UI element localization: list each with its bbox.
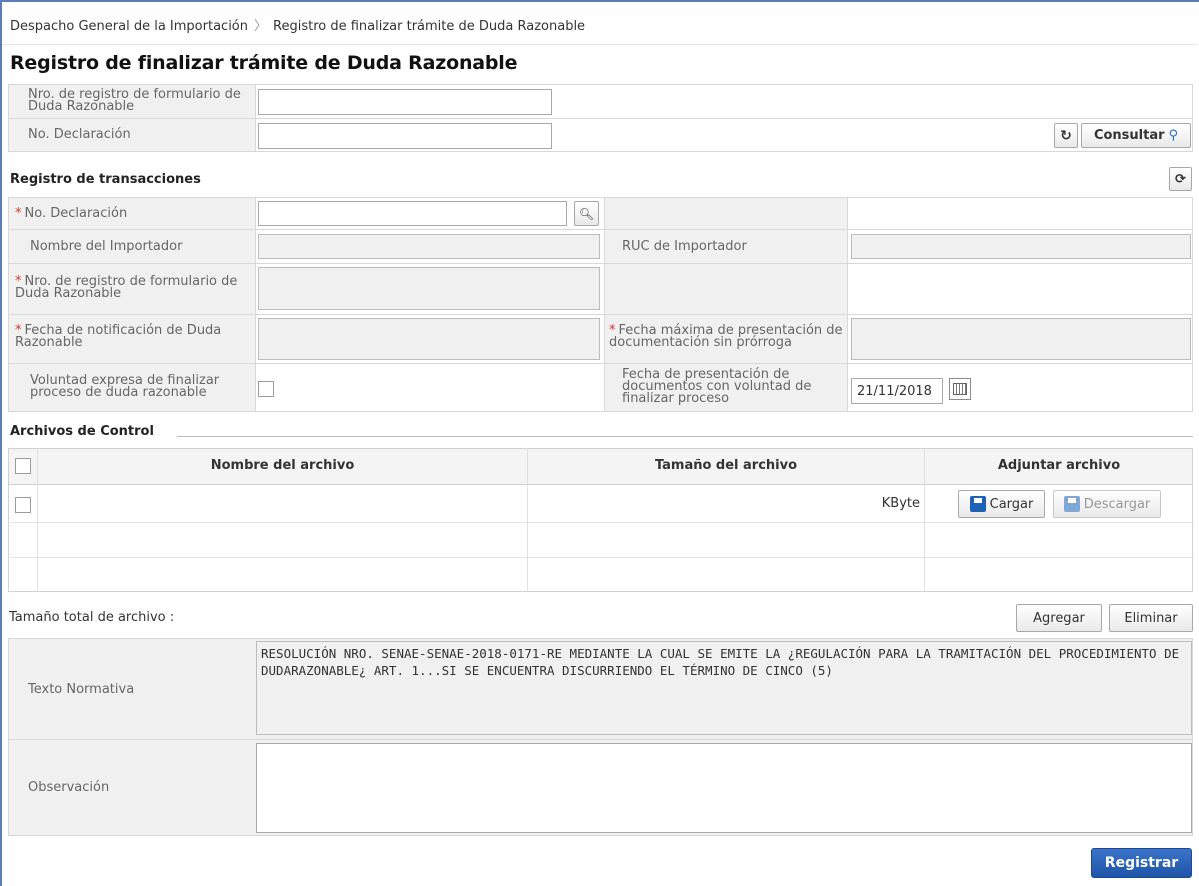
register-button[interactable]: Registrar bbox=[1091, 848, 1192, 878]
ruc-field bbox=[851, 234, 1191, 259]
breadcrumb-separator-icon: 〉 bbox=[254, 19, 268, 34]
notification-date-field bbox=[258, 318, 600, 360]
save-icon bbox=[969, 496, 986, 512]
consult-button-label: Consultar bbox=[1093, 128, 1165, 143]
column-header-file-size[interactable]: Tamaño del archivo bbox=[528, 458, 924, 473]
files-title: Archivos de Control bbox=[10, 424, 154, 439]
upload-button-label: Cargar bbox=[989, 496, 1034, 512]
row-divider-2 bbox=[8, 263, 1193, 264]
presentation-date-label: Fecha de presentación de documentos con … bbox=[622, 367, 812, 406]
transactions-title: Registro de transacciones bbox=[10, 172, 201, 187]
row-divider-3 bbox=[8, 314, 1193, 315]
reset-button[interactable]: ↻ bbox=[1054, 123, 1078, 148]
importer-name-field bbox=[258, 234, 600, 259]
download-button[interactable]: Descargar bbox=[1053, 490, 1161, 518]
declaration-label: * No. Declaración bbox=[15, 206, 128, 221]
observation-textarea[interactable] bbox=[256, 743, 1192, 833]
normative-label: Texto Normativa bbox=[28, 682, 135, 697]
row-divider-1 bbox=[8, 229, 1193, 230]
file-row-checkbox[interactable] bbox=[15, 497, 31, 513]
importer-name-label: Nombre del Importador bbox=[30, 239, 183, 254]
form-number-label: * Nro. de registro de formulario de Duda … bbox=[15, 274, 238, 301]
column-header-attach[interactable]: Adjuntar archivo bbox=[925, 458, 1193, 473]
column-header-file-name[interactable]: Nombre del archivo bbox=[38, 458, 527, 473]
search-declaration-label: No. Declaración bbox=[28, 127, 131, 142]
refresh-icon: ↻ bbox=[1060, 127, 1072, 144]
max-date-label: * Fecha máxima de presentación de documen… bbox=[609, 323, 843, 350]
row-divider-4 bbox=[8, 363, 1193, 364]
search-form-number-label: Nro. de registro de formulario de Duda R… bbox=[28, 87, 241, 114]
magnifier-icon: 🔍︎ bbox=[578, 206, 595, 221]
select-all-checkbox[interactable] bbox=[15, 458, 31, 474]
declaration-input[interactable] bbox=[258, 201, 567, 226]
file-row-size-unit: KByte bbox=[881, 496, 920, 511]
observation-label: Observación bbox=[28, 780, 110, 795]
express-will-checkbox[interactable] bbox=[258, 381, 274, 397]
breadcrumb: Despacho General de la Importación 〉 Regis… bbox=[10, 15, 585, 34]
required-marker: * bbox=[15, 206, 22, 221]
total-size-label: Tamaño total de archivo : bbox=[9, 610, 175, 625]
breadcrumb-divider bbox=[2, 44, 1197, 45]
sync-icon: ⟳ bbox=[1175, 171, 1186, 187]
search-row-divider bbox=[8, 118, 1193, 119]
save-icon bbox=[1063, 496, 1080, 512]
breadcrumb-root[interactable]: Despacho General de la Importación bbox=[10, 19, 248, 34]
details-row-divider bbox=[8, 739, 1193, 740]
ruc-label: RUC de Importador bbox=[622, 239, 747, 254]
presentation-date-input[interactable]: 21/11/2018 bbox=[851, 378, 943, 404]
breadcrumb-current: Registro de finalizar trámite de Duda Ra… bbox=[273, 19, 586, 34]
normative-text: RESOLUCIÓN NRO. SENAE-SENAE-2018-0171-RE… bbox=[261, 646, 1180, 678]
upload-button[interactable]: Cargar bbox=[958, 490, 1045, 518]
calendar-icon bbox=[953, 383, 967, 395]
search-icon: ⚲ bbox=[1168, 128, 1179, 143]
search-form-number-input[interactable] bbox=[258, 89, 552, 115]
search-declaration-input[interactable] bbox=[258, 123, 552, 149]
delete-file-button[interactable]: Eliminar bbox=[1109, 604, 1193, 632]
calendar-button[interactable] bbox=[949, 378, 971, 400]
files-title-rule bbox=[177, 436, 1193, 437]
add-file-button[interactable]: Agregar bbox=[1016, 604, 1102, 632]
table-row-divider-1 bbox=[8, 522, 1193, 523]
download-button-label: Descargar bbox=[1083, 496, 1151, 512]
max-date-field bbox=[851, 318, 1191, 360]
express-will-label: Voluntad expresa de finalizar proceso de… bbox=[30, 373, 220, 400]
declaration-search-button[interactable]: 🔍︎ bbox=[574, 201, 599, 226]
normative-text-area: RESOLUCIÓN NRO. SENAE-SENAE-2018-0171-RE… bbox=[256, 641, 1192, 735]
form-number-field bbox=[258, 267, 600, 310]
notification-date-label: * Fecha de notificación de Duda Razonable bbox=[15, 323, 222, 350]
table-row-divider-2 bbox=[8, 557, 1193, 558]
transactions-refresh-button[interactable]: ⟳ bbox=[1169, 167, 1192, 191]
page-title: Registro de finalizar trámite de Duda Ra… bbox=[10, 52, 518, 74]
consult-button[interactable]: Consultar ⚲ bbox=[1081, 123, 1191, 148]
